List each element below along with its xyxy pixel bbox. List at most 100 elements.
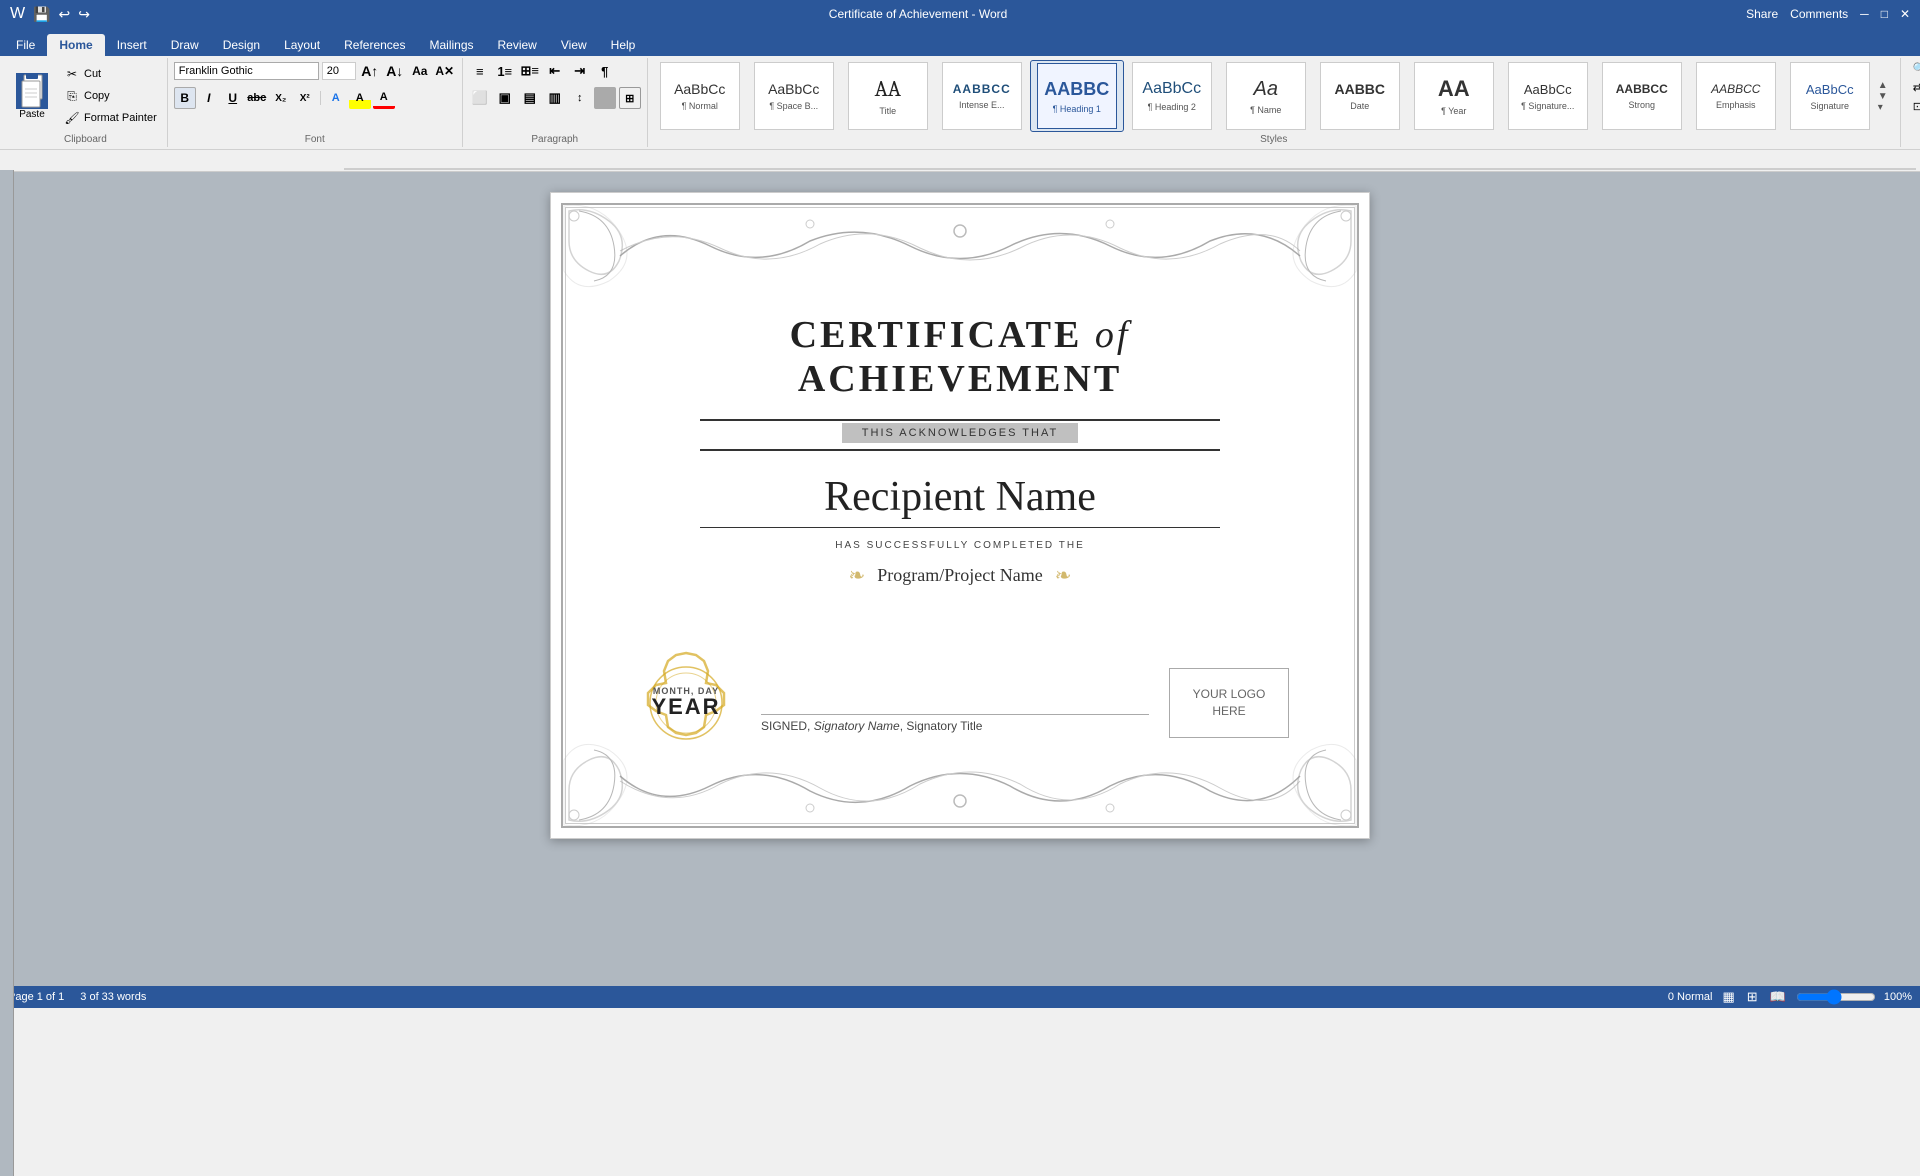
- quick-access-save-icon[interactable]: 💾: [33, 6, 50, 23]
- strikethrough-button[interactable]: abc: [246, 87, 268, 109]
- align-center-button[interactable]: ▣: [494, 87, 516, 109]
- increase-indent-button[interactable]: ⇥: [569, 60, 591, 82]
- spaced-preview-text: AaBbCc: [768, 81, 819, 97]
- subscript-button[interactable]: X₂: [270, 87, 292, 109]
- style-spaced[interactable]: AaBbCc ¶ Space B...: [748, 60, 840, 132]
- tab-insert[interactable]: Insert: [105, 34, 159, 56]
- styles-scroll-down-button[interactable]: ▼: [1878, 91, 1894, 102]
- comments-button[interactable]: Comments: [1790, 7, 1848, 21]
- change-case-button[interactable]: Aa: [409, 60, 431, 82]
- style-signature2[interactable]: AaBbCc Signature: [1784, 60, 1876, 132]
- tab-mailings[interactable]: Mailings: [417, 34, 485, 56]
- ribbon: Paste ✂ Cut ⎘ Copy 🖌 Format Painter Clip…: [0, 56, 1920, 150]
- heading1-preview-text: AABBC: [1044, 79, 1109, 100]
- decrease-indent-button[interactable]: ⇤: [544, 60, 566, 82]
- replace-button[interactable]: ⇄ Replace: [1907, 79, 1920, 96]
- clipboard-label: Clipboard: [64, 134, 107, 145]
- bold-button[interactable]: B: [174, 87, 196, 109]
- corner-decoration-tr: [1261, 201, 1361, 301]
- cert-top-line: [700, 419, 1220, 421]
- find-button[interactable]: 🔍 Find: [1907, 60, 1920, 77]
- quick-access-redo-icon[interactable]: ↪: [78, 6, 90, 23]
- style-strong[interactable]: AABBCC Strong: [1596, 60, 1688, 132]
- left-flourish-icon: ❧: [849, 563, 866, 588]
- style-title-preview: AA Title: [848, 62, 928, 130]
- styles-scroll-buttons[interactable]: ▲ ▼ ▾: [1878, 60, 1894, 132]
- justify-button[interactable]: ▥: [544, 87, 566, 109]
- select-button[interactable]: ⊡ Select ▾: [1907, 98, 1920, 115]
- title-bar: W 💾 ↩ ↪ Certificate of Achievement - Wor…: [0, 0, 1920, 28]
- font-name-input[interactable]: [174, 62, 319, 80]
- style-year[interactable]: AA ¶ Year: [1408, 60, 1500, 132]
- tab-layout[interactable]: Layout: [272, 34, 332, 56]
- quick-access-undo-icon[interactable]: ↩: [59, 6, 71, 23]
- style-intense-e-preview: AABBCC Intense E...: [942, 62, 1022, 130]
- clear-formatting-button[interactable]: A✕: [434, 60, 456, 82]
- style-intense-e[interactable]: AABBCC Intense E...: [936, 60, 1028, 132]
- align-right-button[interactable]: ▤: [519, 87, 541, 109]
- ribbon-tab-bar: File Home Insert Draw Design Layout Refe…: [0, 28, 1920, 56]
- emphasis-label: Emphasis: [1716, 100, 1756, 110]
- minimize-button[interactable]: ─: [1860, 7, 1869, 21]
- tab-design[interactable]: Design: [211, 34, 272, 56]
- top-border-swirl: [571, 213, 1349, 273]
- format-painter-button[interactable]: 🖌 Format Painter: [60, 108, 161, 128]
- style-title[interactable]: AA Title: [842, 60, 934, 132]
- page-info: Page 1 of 1: [8, 991, 64, 1003]
- date-label: Date: [1350, 101, 1369, 111]
- style-name[interactable]: Aa ¶ Name: [1220, 60, 1312, 132]
- font-color-button[interactable]: A: [373, 87, 395, 109]
- paste-button[interactable]: Paste: [10, 71, 54, 122]
- ruler-svg: [344, 151, 1916, 171]
- tab-review[interactable]: Review: [486, 34, 549, 56]
- style-date[interactable]: AABBC Date: [1314, 60, 1406, 132]
- font-label: Font: [305, 134, 325, 145]
- style-emphasis[interactable]: AABBCC Emphasis: [1690, 60, 1782, 132]
- maximize-button[interactable]: □: [1881, 7, 1888, 21]
- italic-button[interactable]: I: [198, 87, 220, 109]
- font-size-input[interactable]: [322, 62, 356, 80]
- text-highlight-button[interactable]: A: [349, 87, 371, 109]
- superscript-button[interactable]: X²: [294, 87, 316, 109]
- bullet-list-button[interactable]: ≡: [469, 60, 491, 82]
- style-signature[interactable]: AaBbCc ¶ Signature...: [1502, 60, 1594, 132]
- tab-home[interactable]: Home: [47, 34, 104, 56]
- paragraph-group: ≡ 1≡ ⊞≡ ⇤ ⇥ ¶ ⬜ ▣ ▤ ▥ ↕ ⊞ Paragraph: [463, 58, 648, 147]
- multilevel-list-button[interactable]: ⊞≡: [519, 60, 541, 82]
- tab-references[interactable]: References: [332, 34, 417, 56]
- share-button[interactable]: Share: [1746, 7, 1778, 21]
- corner-decoration-tl: [559, 201, 659, 301]
- tab-help[interactable]: Help: [599, 34, 648, 56]
- zoom-slider[interactable]: [1796, 989, 1876, 1005]
- align-left-button[interactable]: ⬜: [469, 87, 491, 109]
- borders-button[interactable]: ⊞: [619, 87, 641, 109]
- styles-scroll-up-button[interactable]: ▲: [1878, 80, 1894, 91]
- font-size-decrease-button[interactable]: A↓: [384, 60, 406, 82]
- tab-view[interactable]: View: [549, 34, 599, 56]
- copy-button[interactable]: ⎘ Copy: [60, 86, 161, 106]
- ruler: [0, 150, 1920, 172]
- style-normal[interactable]: AaBbCc ¶ Normal: [654, 60, 746, 132]
- line-spacing-button[interactable]: ↕: [569, 87, 591, 109]
- tab-file[interactable]: File: [4, 34, 47, 56]
- style-heading2[interactable]: AaBbCc ¶ Heading 2: [1126, 60, 1218, 132]
- document-page[interactable]: CERTIFICATE of ACHIEVEMENT THIS ACKNOWLE…: [550, 192, 1370, 839]
- tab-draw[interactable]: Draw: [159, 34, 211, 56]
- close-button[interactable]: ✕: [1900, 7, 1910, 21]
- print-layout-view-button[interactable]: ▦: [1720, 989, 1736, 1005]
- paragraph-shading-button[interactable]: [594, 87, 616, 109]
- web-layout-view-button[interactable]: ⊞: [1745, 989, 1760, 1005]
- styles-more-button[interactable]: ▾: [1878, 102, 1894, 113]
- cut-button[interactable]: ✂ Cut: [60, 64, 161, 84]
- font-size-increase-button[interactable]: A↑: [359, 60, 381, 82]
- styles-group: AaBbCc ¶ Normal AaBbCc ¶ Space B... AA T…: [648, 58, 1901, 147]
- style-heading1[interactable]: AABBC ¶ Heading 1: [1030, 60, 1124, 132]
- read-mode-button[interactable]: 📖: [1768, 989, 1788, 1005]
- text-effects-button[interactable]: A: [325, 87, 347, 109]
- format-painter-icon: 🖌: [64, 110, 80, 126]
- alignment-row: ⬜ ▣ ▤ ▥ ↕ ⊞: [469, 87, 641, 109]
- numbered-list-button[interactable]: 1≡: [494, 60, 516, 82]
- show-formatting-button[interactable]: ¶: [594, 60, 616, 82]
- underline-button[interactable]: U: [222, 87, 244, 109]
- title-bar-right: Share Comments ─ □ ✕: [1746, 7, 1910, 21]
